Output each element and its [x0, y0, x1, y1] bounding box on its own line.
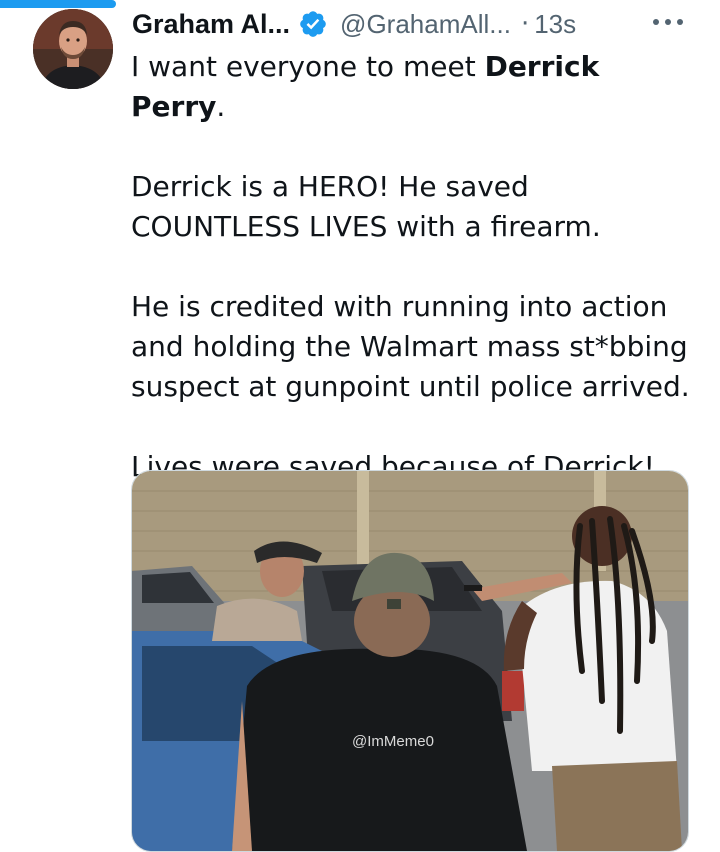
more-options-button[interactable]: [648, 8, 688, 36]
loading-progress-bar: [0, 0, 116, 8]
tweet-line: suspect at gunpoint until police arrived…: [131, 370, 690, 403]
author-handle[interactable]: @GrahamAll...: [340, 9, 511, 40]
tweet-line: COUNTLESS LIVES with a firearm.: [131, 210, 601, 243]
tweet-intro-line: I want everyone to meet Derrick Perry.: [131, 50, 600, 123]
tweet-line: Derrick is a HERO! He saved: [131, 170, 529, 203]
tweet-timestamp[interactable]: 13s: [534, 9, 576, 40]
tweet-text: I want everyone to meet Derrick Perry. D…: [131, 47, 701, 487]
more-horizontal-icon: [653, 19, 683, 25]
tweet-line: He is credited with running into action: [131, 290, 668, 323]
author-name[interactable]: Graham Al...: [132, 9, 290, 40]
tweet-media-image[interactable]: @ImMeme0: [131, 470, 689, 852]
separator-dot: ·: [520, 9, 530, 39]
verified-badge-icon[interactable]: [298, 9, 328, 39]
avatar[interactable]: [33, 9, 113, 89]
tweet-header: Graham Al... @GrahamAll... · 13s: [132, 6, 576, 42]
media-watermark: @ImMeme0: [352, 733, 434, 750]
tweet-line: and holding the Walmart mass st*bbing: [131, 330, 688, 363]
